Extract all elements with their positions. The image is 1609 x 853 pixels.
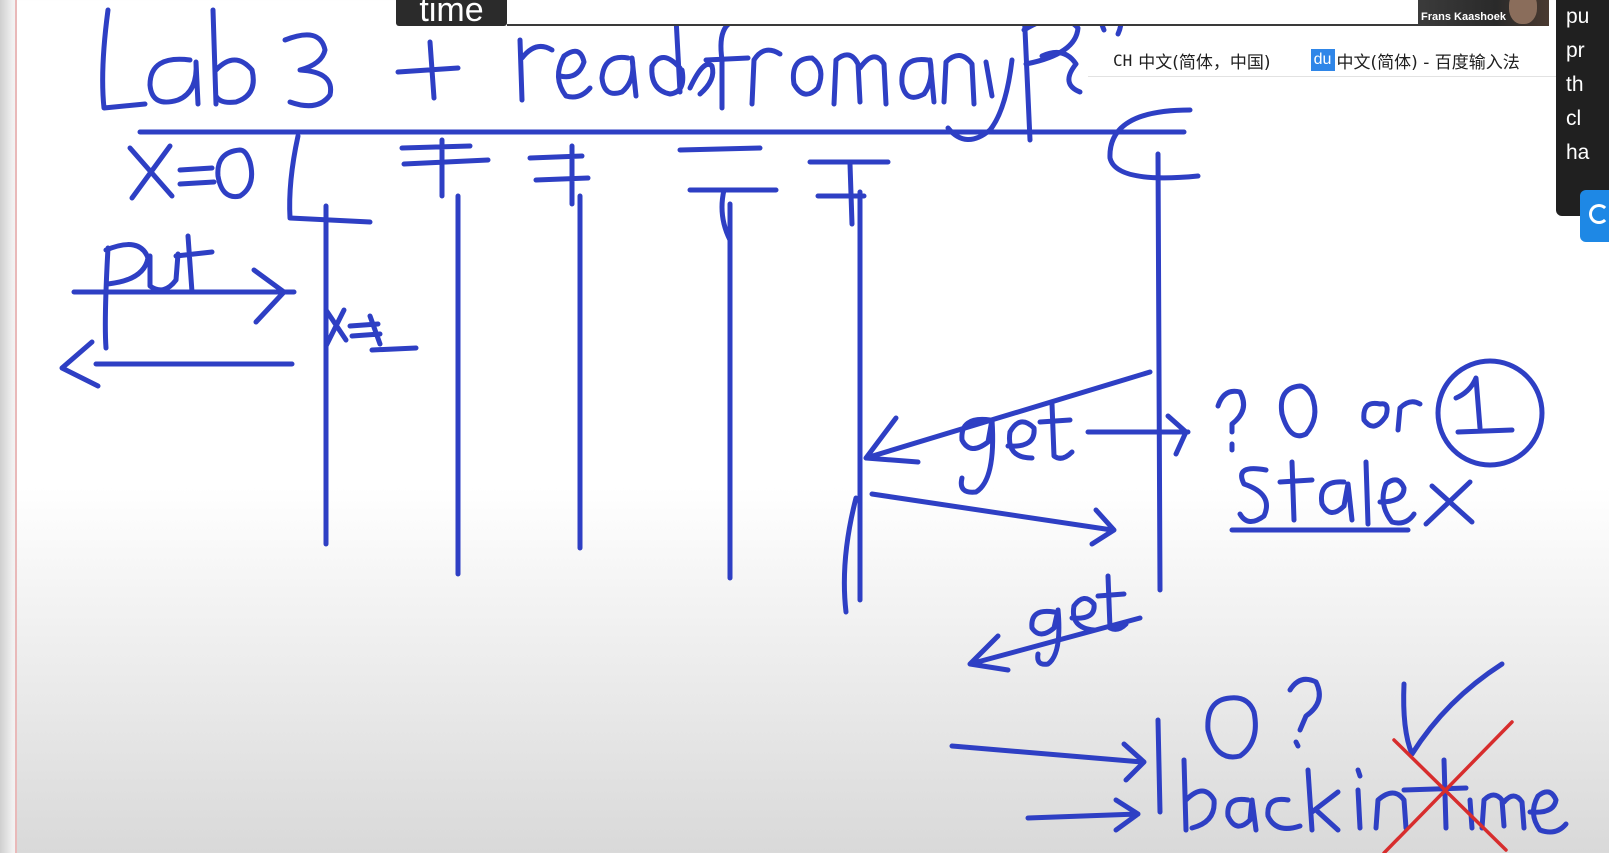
follower-1-glyph — [399, 137, 491, 199]
ime-language-code: CH — [1113, 50, 1133, 70]
whiteboard-canvas — [59, 5, 1569, 853]
chat-line-4: cl — [1566, 107, 1582, 130]
ime-language-name: 中文(简体，中国) — [1138, 52, 1271, 73]
ime-language-selector[interactable]: CH 中文(简体，中国) — [1088, 48, 1271, 73]
get-label-handwriting — [958, 401, 1075, 495]
ime-input-method-name: 中文(简体) - 百度输入法 — [1336, 52, 1520, 73]
back-in-time-arrow-2 — [1025, 797, 1141, 833]
question-handwriting — [1205, 676, 1322, 760]
leader-glyph — [287, 133, 373, 225]
ime-language-bar[interactable]: CH 中文(简体，中国) du 中文(简体) - 百度输入法 — [1088, 44, 1566, 77]
x-equals-one-handwriting — [323, 307, 419, 353]
baidu-ime-icon: du — [1310, 49, 1335, 71]
stale-x-handwriting — [1229, 459, 1475, 533]
put-reply-arrow — [59, 339, 295, 389]
answer-arrow — [1085, 413, 1191, 457]
chat-message-panel[interactable]: pu pr th cl ha — [1556, 0, 1609, 216]
chat-line-1: pu — [1566, 5, 1590, 28]
back-in-time-arrow-1 — [949, 741, 1147, 783]
answer-handwriting — [1215, 358, 1545, 468]
x-equals-zero-handwriting — [127, 143, 255, 201]
title-handwriting — [100, 5, 1124, 143]
red-cross — [1382, 720, 1514, 853]
participant-face-icon — [1509, 0, 1537, 24]
follower-4-glyph — [807, 159, 891, 227]
get-reply-arrow — [869, 491, 1117, 547]
client-glyph — [1107, 107, 1201, 181]
chat-open-button[interactable] — [1580, 190, 1609, 242]
participant-video-thumbnail[interactable]: Frans Kaashoek — [1418, 0, 1549, 26]
check-mark — [1401, 661, 1505, 757]
chat-line-5: ha — [1566, 141, 1590, 164]
participant-name: Frans Kaashoek — [1421, 11, 1506, 23]
ime-input-method-selector[interactable]: du 中文(简体) - 百度输入法 — [1310, 48, 1520, 73]
client-timeline — [1155, 151, 1163, 815]
top-toolbar-strip — [507, 0, 1419, 26]
chat-line-2: pr — [1566, 39, 1585, 62]
time-label: time — [396, 0, 507, 26]
back-in-time-handwriting — [1181, 757, 1569, 835]
follower-4-timeline — [841, 189, 863, 615]
get-label-2-handwriting — [1029, 573, 1129, 667]
chat-line-3: th — [1566, 73, 1584, 96]
